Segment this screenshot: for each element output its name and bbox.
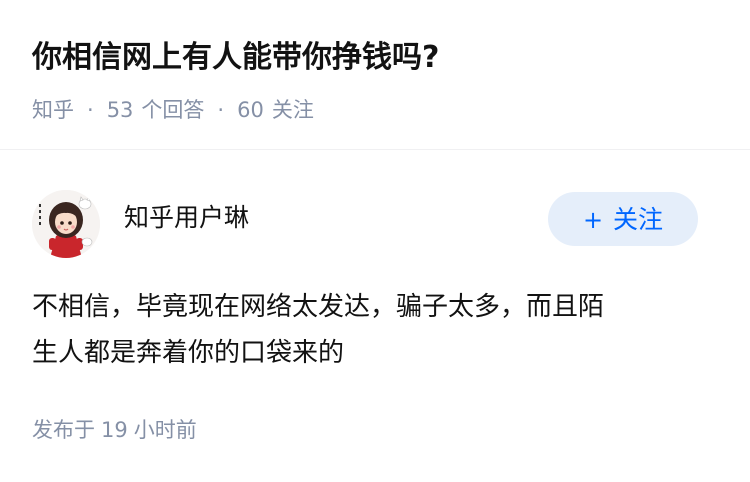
publish-number: 19	[101, 418, 128, 442]
follower-count-label: 关注	[271, 98, 314, 122]
answer-count: 53	[106, 98, 134, 122]
follow-button-label: 关注	[613, 205, 664, 234]
publish-unit: 小时前	[133, 418, 197, 442]
publish-time: 发布于 19 小时前	[32, 414, 197, 446]
question-title[interactable]: 你相信网上有人能带你挣钱吗?	[32, 36, 439, 80]
avatar[interactable]	[32, 190, 100, 258]
follower-count: 60	[237, 98, 264, 122]
answer-count-label: 个回答	[141, 98, 205, 122]
answer-text-line: 不相信，毕竟现在网络太发达，骗子太多，而且陌	[32, 292, 605, 322]
author-name[interactable]: 知乎用户琳	[124, 200, 249, 236]
answer-text-line: 生人都是奔着你的口袋来的	[32, 338, 345, 368]
meta-separator: ·	[87, 98, 94, 122]
follow-button[interactable]: + 关注	[548, 192, 698, 246]
answer-card: 知乎用户琳 + 关注 不相信，毕竟现在网络太发达，骗子太多，而且陌 生人都是奔着你…	[0, 150, 750, 482]
plus-icon: +	[582, 206, 604, 234]
meta-separator: ·	[217, 98, 225, 122]
question-meta: 知乎 · 53 个回答 · 60 关注	[32, 94, 314, 126]
answer-content[interactable]: 不相信，毕竟现在网络太发达，骗子太多，而且陌 生人都是奔着你的口袋来的	[32, 284, 712, 376]
question-header: 你相信网上有人能带你挣钱吗? 知乎 · 53 个回答 · 60 关注	[0, 0, 750, 150]
publish-prefix: 发布于	[32, 418, 95, 442]
source-label[interactable]: 知乎	[32, 94, 74, 126]
avatar-illustration	[32, 190, 100, 258]
